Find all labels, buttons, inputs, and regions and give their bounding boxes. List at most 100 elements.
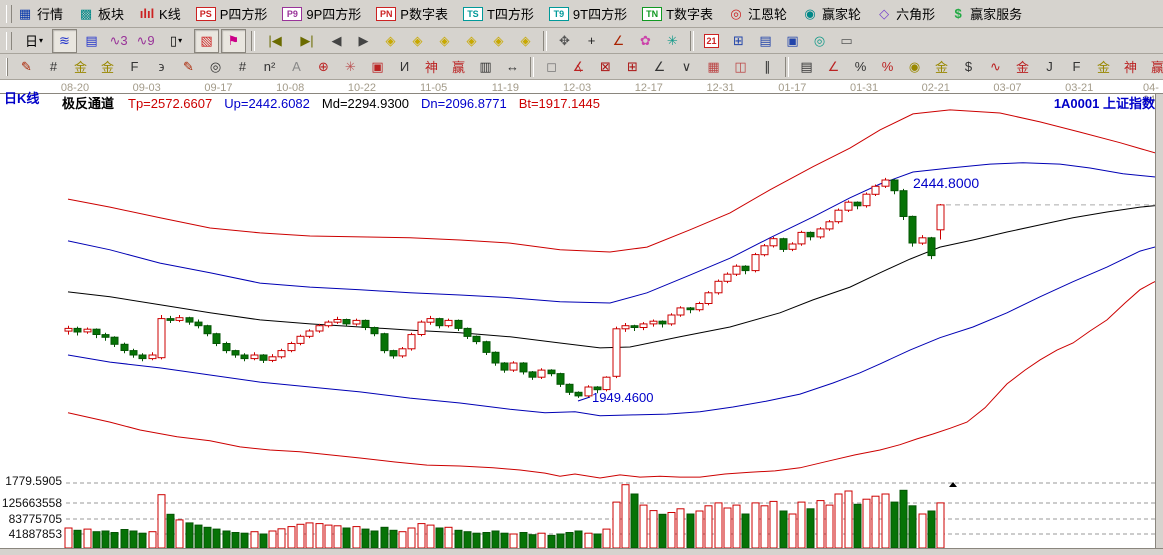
zoom-in-button[interactable]: ◈ <box>486 29 511 53</box>
grid-box-tool-button[interactable]: ▦ <box>701 55 726 79</box>
menu-item-p-sifangxing[interactable]: PSP四方形 <box>196 4 268 23</box>
toolbar-grip[interactable] <box>6 58 8 76</box>
hash2-tool-button[interactable]: # <box>230 55 255 79</box>
draw-toolbar: ✎#金金F϶✎◎#n²A⊕✳▣И神赢▥↔◻∡⊠⊞∠∨▦◫∥▤∠%%◉金$∿金JF… <box>0 54 1163 80</box>
gold-grid-tool-button[interactable]: 金 <box>68 55 93 79</box>
compress-h-button[interactable]: ◈ <box>459 29 484 53</box>
parallel-lines-tool-button[interactable]: ∥ <box>755 55 780 79</box>
percent-tool-button[interactable]: % <box>848 55 873 79</box>
leaf-tool-button[interactable]: ✳ <box>660 29 685 53</box>
toolbar-grip[interactable] <box>6 32 12 50</box>
last-bar-button[interactable]: ▶| <box>292 29 322 53</box>
hash-grid-tool-button[interactable]: # <box>41 55 66 79</box>
ying-grid-tool-button[interactable]: 赢 <box>446 55 471 79</box>
flower-tool-button[interactable]: ✿ <box>633 29 658 53</box>
menu-item-t-shuzibiao[interactable]: TNT数字表 <box>642 4 713 23</box>
candle-style-button[interactable]: ▯▾ <box>160 29 192 53</box>
fan-box2-tool-button[interactable]: ⊞ <box>620 55 645 79</box>
grid-box2-tool-button[interactable]: ◫ <box>728 55 753 79</box>
panel-period-label[interactable]: 日K线 <box>4 88 39 107</box>
menu-item-jiangenlun[interactable]: ◎江恩轮 <box>728 4 787 23</box>
indicator-value: Dn=2096.8771 <box>421 96 507 111</box>
kline-chart-canvas[interactable] <box>0 80 1163 555</box>
volume-scale-label: 125663558 <box>0 496 62 510</box>
notes-button[interactable]: ▤ <box>753 29 778 53</box>
target-circle-tool-button[interactable]: ◎ <box>203 55 228 79</box>
gold-grid2-tool-icon: 金 <box>101 57 114 76</box>
shen-grid-tool-button[interactable]: 神 <box>419 55 444 79</box>
stats-table-tool-button[interactable]: ▤ <box>794 55 819 79</box>
crosshair-tool-button[interactable]: + <box>579 29 604 53</box>
spiral-tool-button[interactable]: ϶ <box>149 55 174 79</box>
fan-lines-tool-button[interactable]: ∡ <box>566 55 591 79</box>
menu-item-hangqing[interactable]: ▦行情 <box>17 4 63 23</box>
arrow-fan-tool-button[interactable]: ∠ <box>647 55 672 79</box>
percent-line-tool-button[interactable]: % <box>875 55 900 79</box>
percent-angle-tool-button[interactable]: ∠ <box>821 55 846 79</box>
menu-item-t-sifangxing[interactable]: TST四方形 <box>463 4 534 23</box>
shift-left-icon: ◈ <box>386 33 396 49</box>
calendar-button[interactable]: 21 <box>699 29 724 53</box>
menu-item-9p-sifangxing[interactable]: P99P四方形 <box>282 4 361 23</box>
menu-item-yingjiafuwu[interactable]: $赢家服务 <box>950 4 1022 23</box>
width-tool-button[interactable]: ↔ <box>500 55 525 79</box>
channel-overlay-button[interactable]: ≋ <box>52 29 77 53</box>
angle-tool-icon: ∠ <box>613 33 625 49</box>
f-angle-tool-button[interactable]: F <box>1064 55 1089 79</box>
box-grid-tool-button[interactable]: ▣ <box>365 55 390 79</box>
gold-circle-tool-button[interactable]: ◉ <box>902 55 927 79</box>
menu-item-9t-sifangxing[interactable]: T99T四方形 <box>549 4 627 23</box>
chart-3-button[interactable]: ∿3 <box>106 29 131 53</box>
gold-line-tool-button[interactable]: 金 <box>929 55 954 79</box>
k-quote-tool-button[interactable]: И <box>392 55 417 79</box>
menu-item-liujiaoxing[interactable]: ◇六角形 <box>876 4 935 23</box>
menu-item-yingjialun[interactable]: ◉赢家轮 <box>802 4 861 23</box>
menu-item-kxian[interactable]: ılılK线 <box>139 4 181 23</box>
last-bar-icon: ▶| <box>300 33 313 49</box>
first-bar-button[interactable]: |◀ <box>260 29 290 53</box>
star-grid-tool-button[interactable]: ✳ <box>338 55 363 79</box>
next-bar-button[interactable]: ▶ <box>351 29 376 53</box>
wave-a-tool-button[interactable]: ∿ <box>983 55 1008 79</box>
gold-angle-tool-button[interactable]: 金 <box>1010 55 1035 79</box>
menu-item-p-shuzibiao[interactable]: PNP数字表 <box>376 4 448 23</box>
shift-left-button[interactable]: ◈ <box>378 29 403 53</box>
n2-grid-tool-button[interactable]: n² <box>257 55 282 79</box>
gold-grid2-tool-button[interactable]: 金 <box>95 55 120 79</box>
wave-tool-button[interactable]: ∨ <box>674 55 699 79</box>
shift-right-button[interactable]: ◈ <box>405 29 430 53</box>
symbol-label[interactable]: 1A0001 上证指数 <box>1054 93 1155 112</box>
zoom-full-button[interactable]: ◈ <box>513 29 538 53</box>
menu-item-bankuai[interactable]: ▩板块 <box>78 4 124 23</box>
number-grid-tool-button[interactable]: ▥ <box>473 55 498 79</box>
period-day-button[interactable]: 日▾ <box>18 29 50 53</box>
web-icon: ◎ <box>814 33 825 49</box>
expand-h-button[interactable]: ◈ <box>432 29 457 53</box>
gold2-angle-tool-button[interactable]: 金 <box>1091 55 1116 79</box>
save-button[interactable]: ▣ <box>780 29 805 53</box>
info-panel-button[interactable]: ▤ <box>79 29 104 53</box>
menu-item-label: K线 <box>159 4 181 23</box>
calculator-button[interactable]: ⊞ <box>726 29 751 53</box>
flag-button[interactable]: ⚑ <box>221 29 246 53</box>
prev-bar-button[interactable]: ◀ <box>324 29 349 53</box>
ying-angle-tool-button[interactable]: 赢 <box>1145 55 1163 79</box>
web-button[interactable]: ◎ <box>807 29 832 53</box>
box-ruler-tool-button[interactable]: ◻ <box>539 55 564 79</box>
angle-tool-button[interactable]: ∠ <box>606 29 631 53</box>
hand-tool-button[interactable]: ✥ <box>552 29 577 53</box>
money-pen-tool-button[interactable]: $ <box>956 55 981 79</box>
chart-9-button[interactable]: ∿9 <box>133 29 158 53</box>
period-day-icon: 日 <box>25 31 38 50</box>
knife-tool-button[interactable]: ✎ <box>176 55 201 79</box>
pen-tool-button[interactable]: ✎ <box>14 55 39 79</box>
stock-mark-button[interactable]: ▧ <box>194 29 219 53</box>
a-ruler-tool-button[interactable]: A <box>284 55 309 79</box>
fan-box-tool-button[interactable]: ⊠ <box>593 55 618 79</box>
shen-angle-tool-button[interactable]: 神 <box>1118 55 1143 79</box>
j-angle-tool-button[interactable]: J <box>1037 55 1062 79</box>
toolbar-grip[interactable] <box>6 5 12 23</box>
compass-target-tool-button[interactable]: ⊕ <box>311 55 336 79</box>
print-button[interactable]: ▭ <box>834 29 859 53</box>
f-grid-tool-button[interactable]: F <box>122 55 147 79</box>
